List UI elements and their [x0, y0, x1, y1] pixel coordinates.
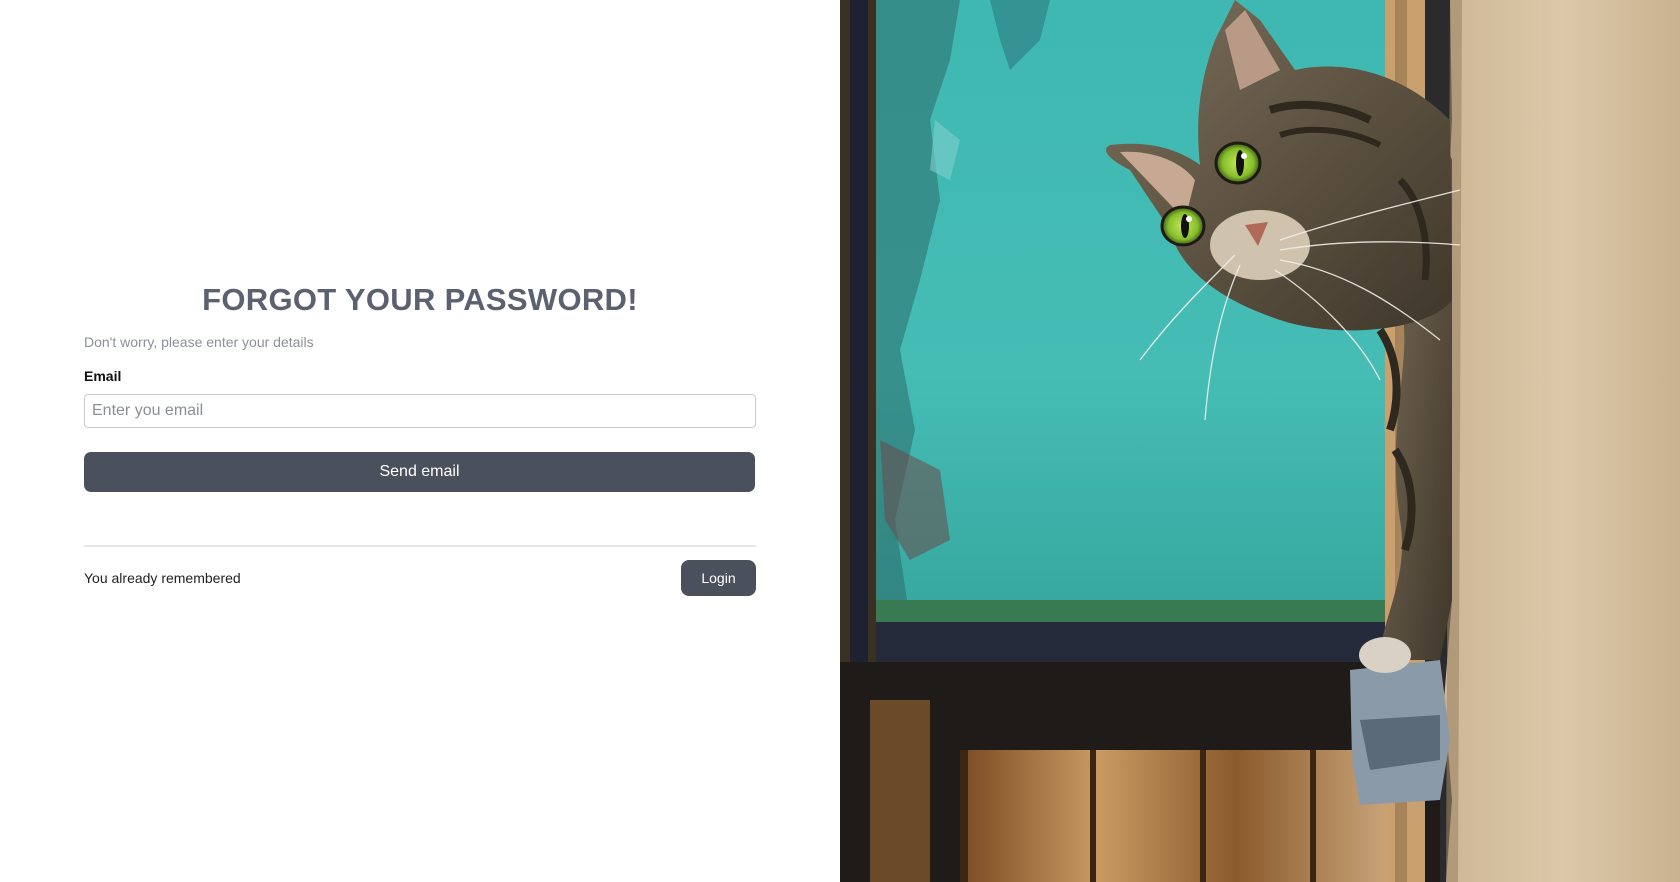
login-button[interactable]: Login — [681, 560, 756, 596]
divider — [84, 545, 756, 547]
forgot-password-page: FORGOT YOUR PASSWORD! Don't worry, pleas… — [0, 0, 1680, 882]
email-field[interactable] — [84, 394, 756, 428]
form-panel: FORGOT YOUR PASSWORD! Don't worry, pleas… — [0, 0, 840, 882]
forgot-password-form: FORGOT YOUR PASSWORD! Don't worry, pleas… — [84, 280, 756, 596]
cat-photo-icon — [840, 0, 1680, 882]
email-label: Email — [84, 368, 122, 384]
page-subtitle: Don't worry, please enter your details — [84, 334, 314, 350]
already-remembered-text: You already remembered — [84, 570, 241, 586]
send-email-button[interactable]: Send email — [84, 452, 755, 492]
hero-image-panel — [840, 0, 1680, 882]
page-title: FORGOT YOUR PASSWORD! — [202, 282, 638, 317]
login-prompt-row: You already remembered Login — [84, 560, 756, 596]
